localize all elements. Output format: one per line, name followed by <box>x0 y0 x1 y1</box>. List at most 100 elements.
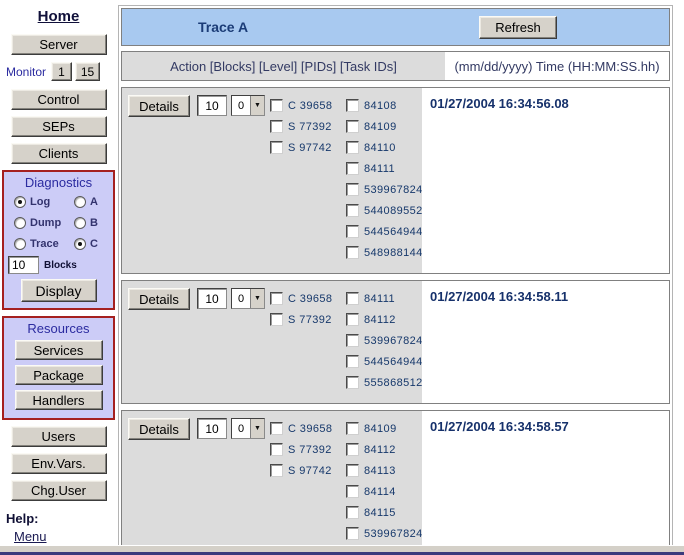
radio-option[interactable]: C <box>74 238 98 250</box>
checkbox[interactable] <box>346 464 359 477</box>
checkbox[interactable] <box>346 246 359 259</box>
trace-table: Trace A Refresh Action [Blocks] [Level] … <box>118 5 673 555</box>
checkbox-item[interactable]: S 77392 <box>270 443 346 456</box>
checkbox[interactable] <box>270 292 283 305</box>
refresh-button[interactable]: Refresh <box>479 16 557 39</box>
checkbox[interactable] <box>346 313 359 326</box>
row-blocks-input[interactable] <box>197 95 227 116</box>
horizontal-scrollbar[interactable] <box>0 545 684 555</box>
checkbox-item[interactable]: 84109 <box>346 422 423 435</box>
checkbox-item[interactable]: 84111 <box>346 162 423 175</box>
checkbox-item[interactable]: 539967824 <box>346 334 423 347</box>
checkbox[interactable] <box>270 141 283 154</box>
checkbox[interactable] <box>346 334 359 347</box>
seps-button[interactable]: SEPs <box>11 116 107 137</box>
home-link[interactable]: Home <box>0 8 117 25</box>
radio-option[interactable]: Dump <box>14 217 61 229</box>
checkbox-item[interactable]: 544564944 <box>346 225 423 238</box>
envvars-button[interactable]: Env.Vars. <box>11 453 107 474</box>
checkbox[interactable] <box>346 162 359 175</box>
checkbox[interactable] <box>346 292 359 305</box>
chevron-down-icon[interactable]: ▼ <box>250 289 264 308</box>
checkbox[interactable] <box>270 120 283 133</box>
radio-button-icon[interactable] <box>14 196 26 208</box>
checkbox-item[interactable]: 84112 <box>346 313 423 326</box>
checkbox[interactable] <box>346 527 359 540</box>
display-button[interactable]: Display <box>21 279 97 302</box>
checkbox[interactable] <box>346 376 359 389</box>
checkbox[interactable] <box>346 355 359 368</box>
control-button[interactable]: Control <box>11 89 107 110</box>
handlers-button[interactable]: Handlers <box>15 390 103 410</box>
checkbox-item[interactable]: 544564944 <box>346 355 423 368</box>
checkbox-item[interactable]: C 39658 <box>270 99 346 112</box>
checkbox[interactable] <box>346 506 359 519</box>
checkbox[interactable] <box>346 183 359 196</box>
monitor-15-button[interactable]: 15 <box>75 62 100 81</box>
checkbox-item[interactable]: S 97742 <box>270 141 346 154</box>
server-button[interactable]: Server <box>11 34 107 55</box>
checkbox-item[interactable]: C 39658 <box>270 292 346 305</box>
checkbox-item[interactable]: 84108 <box>346 99 423 112</box>
row-blocks-input[interactable] <box>197 418 227 439</box>
checkbox-item[interactable]: 84114 <box>346 485 423 498</box>
package-button[interactable]: Package <box>15 365 103 385</box>
checkbox-item[interactable]: S 97742 <box>270 464 346 477</box>
level-select-value: 0 <box>232 289 250 308</box>
radio-button-icon[interactable] <box>14 238 26 250</box>
radio-option[interactable]: Log <box>14 196 50 208</box>
radio-option[interactable]: A <box>74 196 98 208</box>
chevron-down-icon[interactable]: ▼ <box>250 96 264 115</box>
checkbox[interactable] <box>346 485 359 498</box>
level-select[interactable]: 0 ▼ <box>231 418 265 439</box>
checkbox-item[interactable]: 84112 <box>346 443 423 456</box>
radio-option[interactable]: B <box>74 217 98 229</box>
checkbox-item[interactable]: 548988144 <box>346 246 423 259</box>
radio-option[interactable]: Trace <box>14 238 59 250</box>
checkbox-item[interactable]: S 77392 <box>270 313 346 326</box>
monitor-1-button[interactable]: 1 <box>51 62 72 81</box>
checkbox[interactable] <box>270 313 283 326</box>
radio-button-icon[interactable] <box>74 217 86 229</box>
row-blocks-input[interactable] <box>197 288 227 309</box>
radio-label: Log <box>30 196 50 208</box>
checkbox[interactable] <box>270 99 283 112</box>
checkbox[interactable] <box>270 422 283 435</box>
checkbox-item[interactable]: C 39658 <box>270 422 346 435</box>
checkbox-item[interactable]: 544089552 <box>346 204 423 217</box>
details-button[interactable]: Details <box>128 95 190 117</box>
checkbox-item[interactable]: 555868512 <box>346 376 423 389</box>
checkbox[interactable] <box>346 120 359 133</box>
checkbox[interactable] <box>346 443 359 456</box>
checkbox-item[interactable]: 84109 <box>346 120 423 133</box>
checkbox[interactable] <box>346 204 359 217</box>
chevron-down-icon[interactable]: ▼ <box>250 419 264 438</box>
checkbox[interactable] <box>270 443 283 456</box>
checkbox-item[interactable]: 539967824 <box>346 527 423 540</box>
radio-button-icon[interactable] <box>14 217 26 229</box>
checkbox[interactable] <box>346 141 359 154</box>
users-button[interactable]: Users <box>11 426 107 447</box>
checkbox-item[interactable]: S 77392 <box>270 120 346 133</box>
checkbox[interactable] <box>270 464 283 477</box>
checkbox-item[interactable]: 84113 <box>346 464 423 477</box>
details-button[interactable]: Details <box>128 288 190 310</box>
checkbox-item[interactable]: 84110 <box>346 141 423 154</box>
clients-button[interactable]: Clients <box>11 143 107 164</box>
checkbox-item[interactable]: 84111 <box>346 292 423 305</box>
checkbox[interactable] <box>346 225 359 238</box>
checkbox-item[interactable]: 84115 <box>346 506 423 519</box>
radio-button-icon[interactable] <box>74 196 86 208</box>
blocks-input[interactable] <box>8 256 39 274</box>
checkbox[interactable] <box>346 422 359 435</box>
radio-button-icon[interactable] <box>74 238 86 250</box>
trace-entry-controls: Details 0 ▼ C 39658 S 77392 S 97742 8410… <box>122 411 422 555</box>
details-button[interactable]: Details <box>128 418 190 440</box>
help-menu-link[interactable]: Menu <box>14 529 117 544</box>
chguser-button[interactable]: Chg.User <box>11 480 107 501</box>
checkbox-item[interactable]: 539967824 <box>346 183 423 196</box>
level-select[interactable]: 0 ▼ <box>231 95 265 116</box>
services-button[interactable]: Services <box>15 340 103 360</box>
checkbox[interactable] <box>346 99 359 112</box>
level-select[interactable]: 0 ▼ <box>231 288 265 309</box>
